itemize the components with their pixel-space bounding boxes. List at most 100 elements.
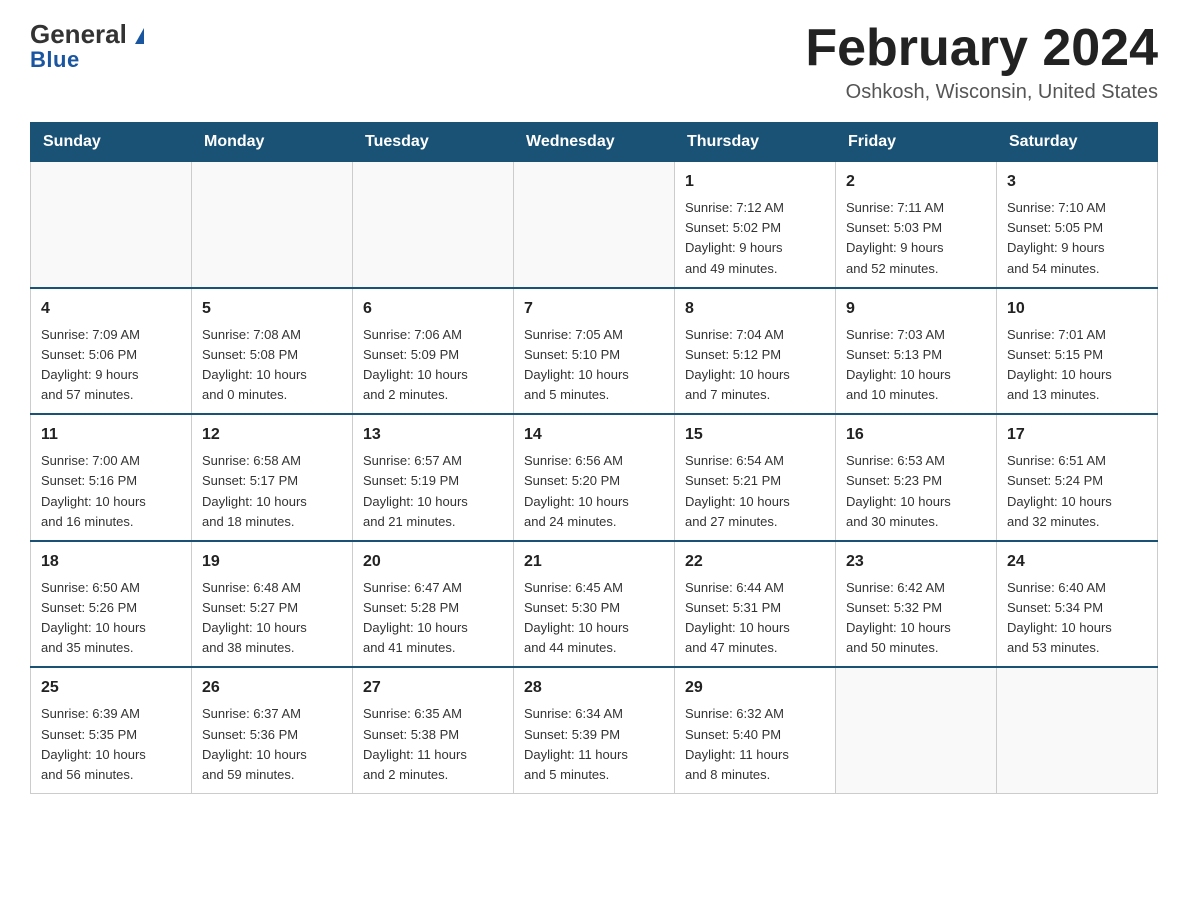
day-number: 10	[1007, 297, 1147, 321]
calendar-cell	[514, 162, 675, 288]
day-info: Sunrise: 6:39 AMSunset: 5:35 PMDaylight:…	[41, 704, 181, 785]
day-number: 28	[524, 676, 664, 700]
calendar-header-wednesday: Wednesday	[514, 123, 675, 162]
calendar-cell: 19 Sunrise: 6:48 AMSunset: 5:27 PMDayligh…	[192, 541, 353, 668]
day-number: 24	[1007, 550, 1147, 574]
calendar-cell: 28 Sunrise: 6:34 AMSunset: 5:39 PMDayligh…	[514, 667, 675, 793]
calendar-cell: 21 Sunrise: 6:45 AMSunset: 5:30 PMDayligh…	[514, 541, 675, 668]
day-info: Sunrise: 6:37 AMSunset: 5:36 PMDaylight:…	[202, 704, 342, 785]
calendar-week-row: 4 Sunrise: 7:09 AMSunset: 5:06 PMDaylight…	[31, 288, 1158, 415]
day-info: Sunrise: 7:01 AMSunset: 5:15 PMDaylight:…	[1007, 325, 1147, 406]
day-info: Sunrise: 6:40 AMSunset: 5:34 PMDaylight:…	[1007, 578, 1147, 659]
day-number: 9	[846, 297, 986, 321]
day-number: 15	[685, 423, 825, 447]
day-info: Sunrise: 6:47 AMSunset: 5:28 PMDaylight:…	[363, 578, 503, 659]
calendar-week-row: 1 Sunrise: 7:12 AMSunset: 5:02 PMDaylight…	[31, 162, 1158, 288]
calendar-table: SundayMondayTuesdayWednesdayThursdayFrid…	[30, 122, 1158, 794]
logo: General Blue	[30, 20, 144, 73]
calendar-cell: 16 Sunrise: 6:53 AMSunset: 5:23 PMDayligh…	[836, 414, 997, 541]
day-number: 14	[524, 423, 664, 447]
title-block: February 2024 Oshkosh, Wisconsin, United…	[805, 20, 1158, 104]
calendar-week-row: 25 Sunrise: 6:39 AMSunset: 5:35 PMDayligh…	[31, 667, 1158, 793]
day-number: 22	[685, 550, 825, 574]
day-number: 8	[685, 297, 825, 321]
day-number: 25	[41, 676, 181, 700]
logo-triangle-icon	[135, 28, 144, 44]
day-number: 21	[524, 550, 664, 574]
day-info: Sunrise: 6:57 AMSunset: 5:19 PMDaylight:…	[363, 451, 503, 532]
calendar-title: February 2024	[805, 20, 1158, 77]
calendar-subtitle: Oshkosh, Wisconsin, United States	[805, 81, 1158, 104]
day-number: 19	[202, 550, 342, 574]
day-number: 2	[846, 170, 986, 194]
calendar-header-monday: Monday	[192, 123, 353, 162]
calendar-cell	[31, 162, 192, 288]
day-info: Sunrise: 7:05 AMSunset: 5:10 PMDaylight:…	[524, 325, 664, 406]
day-info: Sunrise: 7:09 AMSunset: 5:06 PMDaylight:…	[41, 325, 181, 406]
calendar-cell: 27 Sunrise: 6:35 AMSunset: 5:38 PMDayligh…	[353, 667, 514, 793]
day-number: 26	[202, 676, 342, 700]
logo-bottom: Blue	[30, 47, 80, 73]
logo-top: General	[30, 20, 144, 49]
day-info: Sunrise: 6:45 AMSunset: 5:30 PMDaylight:…	[524, 578, 664, 659]
calendar-cell: 26 Sunrise: 6:37 AMSunset: 5:36 PMDayligh…	[192, 667, 353, 793]
day-number: 16	[846, 423, 986, 447]
calendar-cell: 12 Sunrise: 6:58 AMSunset: 5:17 PMDayligh…	[192, 414, 353, 541]
day-info: Sunrise: 7:12 AMSunset: 5:02 PMDaylight:…	[685, 198, 825, 279]
calendar-cell: 2Sunrise: 7:11 AMSunset: 5:03 PMDaylight…	[836, 162, 997, 288]
calendar-cell: 7 Sunrise: 7:05 AMSunset: 5:10 PMDaylight…	[514, 288, 675, 415]
day-info: Sunrise: 7:03 AMSunset: 5:13 PMDaylight:…	[846, 325, 986, 406]
calendar-cell: 11Sunrise: 7:00 AMSunset: 5:16 PMDayligh…	[31, 414, 192, 541]
calendar-cell: 29 Sunrise: 6:32 AMSunset: 5:40 PMDayligh…	[675, 667, 836, 793]
calendar-cell: 22 Sunrise: 6:44 AMSunset: 5:31 PMDayligh…	[675, 541, 836, 668]
calendar-header-row: SundayMondayTuesdayWednesdayThursdayFrid…	[31, 123, 1158, 162]
day-number: 27	[363, 676, 503, 700]
day-number: 1	[685, 170, 825, 194]
calendar-cell: 23 Sunrise: 6:42 AMSunset: 5:32 PMDayligh…	[836, 541, 997, 668]
day-info: Sunrise: 6:44 AMSunset: 5:31 PMDaylight:…	[685, 578, 825, 659]
calendar-header-saturday: Saturday	[997, 123, 1158, 162]
page-header: General Blue February 2024 Oshkosh, Wisc…	[30, 20, 1158, 104]
calendar-header-thursday: Thursday	[675, 123, 836, 162]
calendar-week-row: 11Sunrise: 7:00 AMSunset: 5:16 PMDayligh…	[31, 414, 1158, 541]
calendar-cell: 1 Sunrise: 7:12 AMSunset: 5:02 PMDaylight…	[675, 162, 836, 288]
calendar-cell	[997, 667, 1158, 793]
day-number: 18	[41, 550, 181, 574]
day-number: 17	[1007, 423, 1147, 447]
day-info: Sunrise: 6:50 AMSunset: 5:26 PMDaylight:…	[41, 578, 181, 659]
day-info: Sunrise: 6:34 AMSunset: 5:39 PMDaylight:…	[524, 704, 664, 785]
calendar-header-sunday: Sunday	[31, 123, 192, 162]
day-info: Sunrise: 6:42 AMSunset: 5:32 PMDaylight:…	[846, 578, 986, 659]
day-number: 29	[685, 676, 825, 700]
calendar-cell: 24 Sunrise: 6:40 AMSunset: 5:34 PMDayligh…	[997, 541, 1158, 668]
calendar-week-row: 18 Sunrise: 6:50 AMSunset: 5:26 PMDayligh…	[31, 541, 1158, 668]
day-info: Sunrise: 7:06 AMSunset: 5:09 PMDaylight:…	[363, 325, 503, 406]
day-info: Sunrise: 6:35 AMSunset: 5:38 PMDaylight:…	[363, 704, 503, 785]
day-info: Sunrise: 6:58 AMSunset: 5:17 PMDaylight:…	[202, 451, 342, 532]
day-info: Sunrise: 6:56 AMSunset: 5:20 PMDaylight:…	[524, 451, 664, 532]
day-number: 20	[363, 550, 503, 574]
day-info: Sunrise: 6:48 AMSunset: 5:27 PMDaylight:…	[202, 578, 342, 659]
day-number: 3	[1007, 170, 1147, 194]
calendar-cell: 13 Sunrise: 6:57 AMSunset: 5:19 PMDayligh…	[353, 414, 514, 541]
calendar-cell	[192, 162, 353, 288]
calendar-cell: 18 Sunrise: 6:50 AMSunset: 5:26 PMDayligh…	[31, 541, 192, 668]
day-info: Sunrise: 7:00 AMSunset: 5:16 PMDaylight:…	[41, 451, 181, 532]
day-number: 12	[202, 423, 342, 447]
day-number: 6	[363, 297, 503, 321]
calendar-cell: 10 Sunrise: 7:01 AMSunset: 5:15 PMDayligh…	[997, 288, 1158, 415]
day-number: 5	[202, 297, 342, 321]
day-number: 7	[524, 297, 664, 321]
day-number: 13	[363, 423, 503, 447]
calendar-cell: 25 Sunrise: 6:39 AMSunset: 5:35 PMDayligh…	[31, 667, 192, 793]
calendar-cell: 6 Sunrise: 7:06 AMSunset: 5:09 PMDaylight…	[353, 288, 514, 415]
day-info: Sunrise: 6:51 AMSunset: 5:24 PMDaylight:…	[1007, 451, 1147, 532]
day-info: Sunrise: 6:54 AMSunset: 5:21 PMDaylight:…	[685, 451, 825, 532]
day-info: Sunrise: 6:53 AMSunset: 5:23 PMDaylight:…	[846, 451, 986, 532]
day-number: 23	[846, 550, 986, 574]
calendar-cell: 15 Sunrise: 6:54 AMSunset: 5:21 PMDayligh…	[675, 414, 836, 541]
day-info: Sunrise: 6:32 AMSunset: 5:40 PMDaylight:…	[685, 704, 825, 785]
calendar-cell: 14 Sunrise: 6:56 AMSunset: 5:20 PMDayligh…	[514, 414, 675, 541]
calendar-cell: 9 Sunrise: 7:03 AMSunset: 5:13 PMDaylight…	[836, 288, 997, 415]
day-number: 4	[41, 297, 181, 321]
